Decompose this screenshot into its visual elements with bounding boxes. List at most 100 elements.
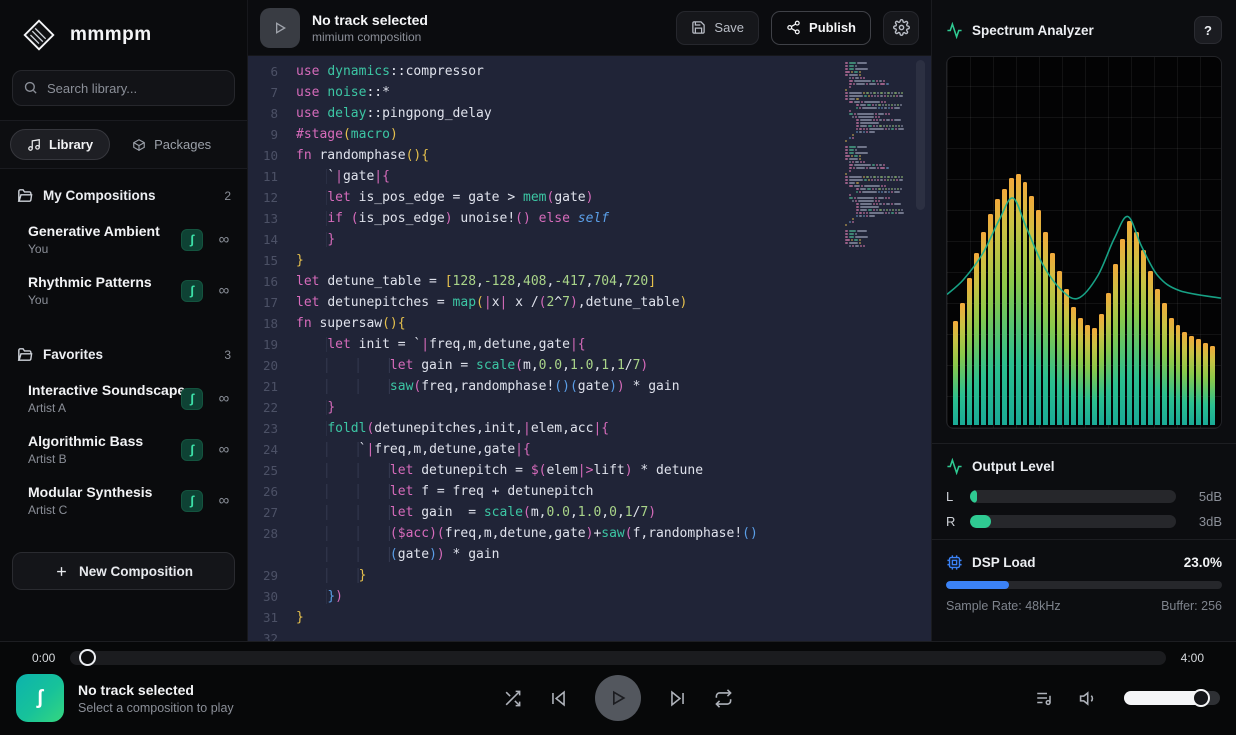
play-button[interactable] <box>260 8 300 48</box>
meter-label: R <box>946 514 958 529</box>
code-line: 27 let gain = scale(m,0.0,1.0,0,1/7) <box>248 502 931 523</box>
sample-rate-label: Sample Rate: 48kHz <box>946 599 1061 613</box>
infinity-icon: ∞ <box>215 231 233 248</box>
infinity-icon: ∞ <box>215 390 233 407</box>
composition-title: Rhythmic Patterns <box>28 274 181 290</box>
editor-scrollbar[interactable] <box>916 60 925 210</box>
code-line: 7use noise::* <box>248 82 931 103</box>
list-item-rhythmic-patterns[interactable]: Rhythmic Patterns You ʃ ∞ <box>0 265 247 316</box>
seek-handle[interactable] <box>79 649 96 666</box>
section-favorites: Favorites 3 <box>0 328 247 373</box>
dsp-load-title: DSP Load <box>972 555 1175 570</box>
time-elapsed: 0:00 <box>32 651 60 665</box>
volume-slider[interactable] <box>1124 691 1220 705</box>
activity-icon <box>946 458 963 475</box>
new-composition-label: New Composition <box>79 564 193 579</box>
app-root: mmmpm Library <box>0 0 1236 735</box>
section-count: 2 <box>224 189 231 203</box>
cpu-icon <box>946 554 963 571</box>
shuffle-button[interactable] <box>503 689 522 708</box>
volume-fill <box>1124 691 1203 705</box>
save-label: Save <box>714 20 744 35</box>
album-art: ʃ <box>16 674 64 722</box>
code-line: (gate)) * gain <box>248 544 931 565</box>
code-line: 32 <box>248 628 931 641</box>
queue-icon[interactable] <box>1035 689 1053 707</box>
spectrum-envelope-curve <box>947 57 1221 428</box>
help-button[interactable]: ? <box>1194 16 1222 44</box>
code-editor[interactable]: 6use dynamics::compressor7use noise::*8u… <box>248 56 931 641</box>
code-line: 6use dynamics::compressor <box>248 61 931 82</box>
meter-value: 5dB <box>1188 489 1222 504</box>
folder-icon <box>16 346 33 363</box>
composition-title: Modular Synthesis <box>28 484 181 500</box>
meter-value: 3dB <box>1188 514 1222 529</box>
code-line: 18fn supersaw(){ <box>248 313 931 334</box>
editor-topbar: No track selected mimium composition Sav… <box>248 0 931 56</box>
track-title: No track selected <box>312 12 664 28</box>
code-line: 20 let gain = scale(m,0.0,1.0,1,1/7) <box>248 355 931 376</box>
editor-pane: No track selected mimium composition Sav… <box>248 0 931 641</box>
volume-icon[interactable] <box>1079 689 1098 708</box>
search-icon <box>23 80 38 95</box>
code-line: 10fn randomphase(){ <box>248 145 931 166</box>
code-line: 19 let init = `|freq,m,detune,gate|{ <box>248 334 931 355</box>
code-line: 31} <box>248 607 931 628</box>
brand: mmmpm <box>0 0 247 66</box>
new-composition-button[interactable]: New Composition <box>12 552 235 590</box>
tab-library[interactable]: Library <box>10 129 110 160</box>
list-item-interactive-soundscape[interactable]: Interactive Soundscape Artist A ʃ ∞ <box>0 373 247 424</box>
track-subtitle: mimium composition <box>312 30 664 44</box>
plus-icon <box>54 564 69 579</box>
meter-right-fill <box>970 515 991 528</box>
save-icon <box>691 20 706 35</box>
code-line: 11 `|gate|{ <box>248 166 931 187</box>
repeat-button[interactable] <box>714 689 733 708</box>
publish-button[interactable]: Publish <box>771 11 871 45</box>
seek-bar[interactable] <box>70 651 1166 665</box>
publish-label: Publish <box>809 20 856 35</box>
output-level-title: Output Level <box>972 459 1222 474</box>
save-button[interactable]: Save <box>676 11 759 45</box>
share-icon <box>786 20 801 35</box>
section-my-compositions: My Compositions 2 <box>0 169 247 214</box>
skip-forward-button[interactable] <box>668 689 687 708</box>
settings-button[interactable] <box>883 11 919 45</box>
player-bar: 0:00 4:00 ʃ No track selected Select a c… <box>0 641 1236 735</box>
gear-icon <box>893 19 910 36</box>
code-line: 24 `|freq,m,detune,gate|{ <box>248 439 931 460</box>
play-pause-button[interactable] <box>595 675 641 721</box>
list-item-algorithmic-bass[interactable]: Algorithmic Bass Artist B ʃ ∞ <box>0 424 247 475</box>
mimium-badge-icon: ʃ <box>181 388 203 410</box>
diamond-logo-icon <box>20 16 58 54</box>
buffer-label: Buffer: 256 <box>1161 599 1222 613</box>
code-line: 16let detune_table = [128,-128,408,-417,… <box>248 271 931 292</box>
analysis-panel: Spectrum Analyzer ? Output Level L 5dB <box>931 0 1236 641</box>
tab-library-label: Library <box>49 137 93 152</box>
activity-icon <box>946 22 963 39</box>
search-input[interactable] <box>12 70 235 106</box>
code-line: 28 ($acc)(freq,m,detune,gate)+saw(f,rand… <box>248 523 931 544</box>
minimap[interactable] <box>845 62 907 248</box>
skip-back-button[interactable] <box>549 689 568 708</box>
composition-title: Generative Ambient <box>28 223 181 239</box>
composition-title: Interactive Soundscape <box>28 382 181 398</box>
meter-right: R 3dB <box>946 514 1222 529</box>
folder-icon <box>16 187 33 204</box>
tab-packages[interactable]: Packages <box>116 130 227 159</box>
code-line: 9#stage(macro) <box>248 124 931 145</box>
code-line: 14 } <box>248 229 931 250</box>
infinity-icon: ∞ <box>215 441 233 458</box>
composition-artist: Artist A <box>28 401 181 415</box>
music-note-icon <box>27 138 41 152</box>
volume-handle[interactable] <box>1192 689 1210 707</box>
spectrum-title: Spectrum Analyzer <box>972 23 1185 38</box>
package-icon <box>132 138 146 152</box>
code-line: 25 let detunepitch = $(elem|>lift) * det… <box>248 460 931 481</box>
list-item-modular-synthesis[interactable]: Modular Synthesis Artist C ʃ ∞ <box>0 475 247 526</box>
list-item-generative-ambient[interactable]: Generative Ambient You ʃ ∞ <box>0 214 247 265</box>
code-line: 29 } <box>248 565 931 586</box>
code-line: 22 } <box>248 397 931 418</box>
infinity-icon: ∞ <box>215 492 233 509</box>
code-line: 23 foldl(detunepitches,init,|elem,acc|{ <box>248 418 931 439</box>
